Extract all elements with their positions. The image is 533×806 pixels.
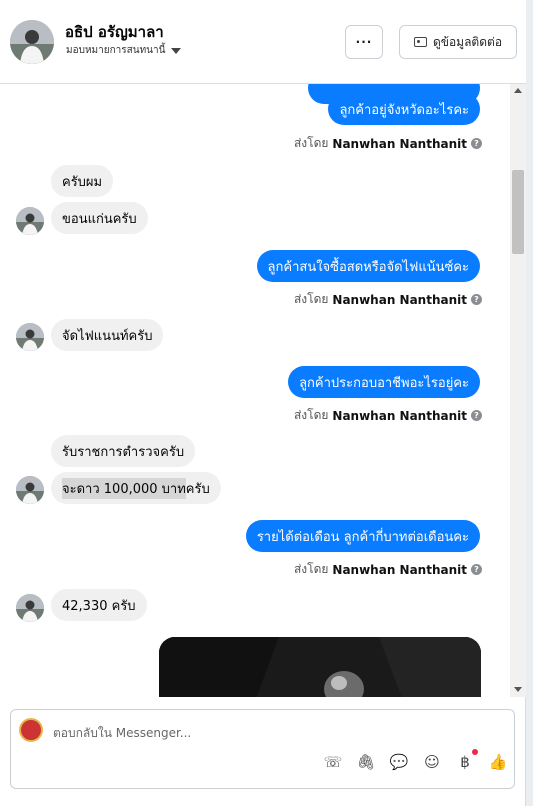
sent-by-agent[interactable]: Nanwhan Nanthanit: [332, 563, 467, 577]
contact-avatar[interactable]: [10, 20, 54, 64]
page-avatar: [19, 718, 43, 742]
payment-glyph: ฿: [460, 753, 470, 771]
sent-by-agent[interactable]: Nanwhan Nanthanit: [332, 409, 467, 423]
scroll-down-icon[interactable]: [514, 687, 522, 692]
help-icon[interactable]: ?: [471, 410, 482, 421]
messenger-window: อธิป อรัญมาลา มอบหมายการสนทนานี้ ··· ดูข…: [0, 0, 526, 806]
view-contact-info-button[interactable]: ดูข้อมูลติดต่อ: [399, 25, 517, 59]
selected-text: จะดาว 100,000 บาท: [62, 477, 186, 499]
contact-avatar-small: [16, 594, 44, 622]
right-edge-strip: [526, 0, 533, 806]
contact-card-icon: [413, 37, 427, 47]
attachment-icon[interactable]: 🖇: [356, 752, 376, 772]
more-options-button[interactable]: ···: [345, 25, 383, 59]
sent-by-agent[interactable]: Nanwhan Nanthanit: [332, 293, 467, 307]
help-icon[interactable]: ?: [471, 138, 482, 149]
message-bubble-incoming: จัดไฟแนนท์ครับ: [51, 319, 164, 351]
message-bubble-outgoing: ลูกค้าประกอบอาชีพอะไรอยู่คะ: [288, 366, 480, 398]
assign-label: มอบหมายการสนทนานี้: [66, 45, 166, 56]
contact-info-label: ดูข้อมูลติดต่อ: [432, 34, 503, 49]
message-thread[interactable]: ลูกค้าอยู่จังหวัดอะไรคะ ส่งโดย Nanwhan N…: [0, 84, 510, 697]
message-bubble-incoming: ครับผม: [51, 165, 114, 197]
notification-dot: [472, 749, 478, 755]
call-add-icon[interactable]: ☏: [323, 752, 343, 772]
sent-by-prefix: ส่งโดย: [293, 562, 329, 576]
composer-toolbar: ☏ 🖇 💬 ☺ ฿ 👍: [323, 749, 508, 772]
reply-composer: ☏ 🖇 💬 ☺ ฿ 👍: [10, 709, 515, 789]
message-text: ครับ: [185, 481, 210, 497]
sent-by-agent[interactable]: Nanwhan Nanthanit: [332, 137, 467, 151]
emoji-icon[interactable]: ☺: [422, 752, 442, 772]
scroll-up-icon[interactable]: [514, 88, 522, 93]
sent-by-label: ส่งโดย Nanwhan Nanthanit ?: [294, 290, 482, 309]
message-bubble-incoming: รับราชการตำรวจครับ: [51, 435, 196, 467]
message-bubble-outgoing: ลูกค้าสนใจซื้อสดหรือจัดไฟแน้นซ์คะ: [256, 250, 480, 282]
scrollbar-thumb[interactable]: [512, 170, 524, 254]
saved-reply-icon[interactable]: 💬: [389, 752, 409, 772]
message-bubble-outgoing: ลูกค้าอยู่จังหวัดอะไรคะ: [328, 93, 480, 125]
message-bubble-outgoing: รายได้ต่อเดือน ลูกค้ากี่บาทต่อเดือนคะ: [245, 520, 480, 552]
assign-conversation-dropdown[interactable]: มอบหมายการสนทนานี้: [66, 43, 182, 58]
thread-scrollbar[interactable]: [510, 84, 526, 697]
message-bubble-incoming: ขอนแก่นครับ: [51, 202, 148, 234]
sent-by-prefix: ส่งโดย: [293, 136, 329, 150]
message-bubble-incoming: จะดาว 100,000 บาท ครับ: [51, 472, 221, 504]
payment-icon[interactable]: ฿: [455, 749, 478, 772]
contact-avatar-small: [16, 476, 44, 504]
help-icon[interactable]: ?: [471, 564, 482, 575]
sent-by-label: ส่งโดย Nanwhan Nanthanit ?: [294, 560, 482, 579]
contact-avatar-small: [16, 207, 44, 235]
conversation-header: อธิป อรัญมาลา มอบหมายการสนทนานี้ ··· ดูข…: [0, 0, 526, 84]
image-attachment[interactable]: [159, 637, 481, 697]
sent-by-prefix: ส่งโดย: [293, 292, 329, 306]
reply-input[interactable]: [53, 724, 473, 742]
contact-name[interactable]: อธิป อรัญมาลา: [65, 20, 164, 44]
message-bubble-incoming: 42,330 ครับ: [51, 589, 147, 621]
like-icon[interactable]: 👍: [488, 752, 508, 772]
sent-by-label: ส่งโดย Nanwhan Nanthanit ?: [294, 134, 482, 153]
sent-by-label: ส่งโดย Nanwhan Nanthanit ?: [294, 406, 482, 425]
contact-avatar-small: [16, 323, 44, 351]
sent-by-prefix: ส่งโดย: [293, 408, 329, 422]
caret-down-icon: [171, 47, 182, 54]
help-icon[interactable]: ?: [471, 294, 482, 305]
